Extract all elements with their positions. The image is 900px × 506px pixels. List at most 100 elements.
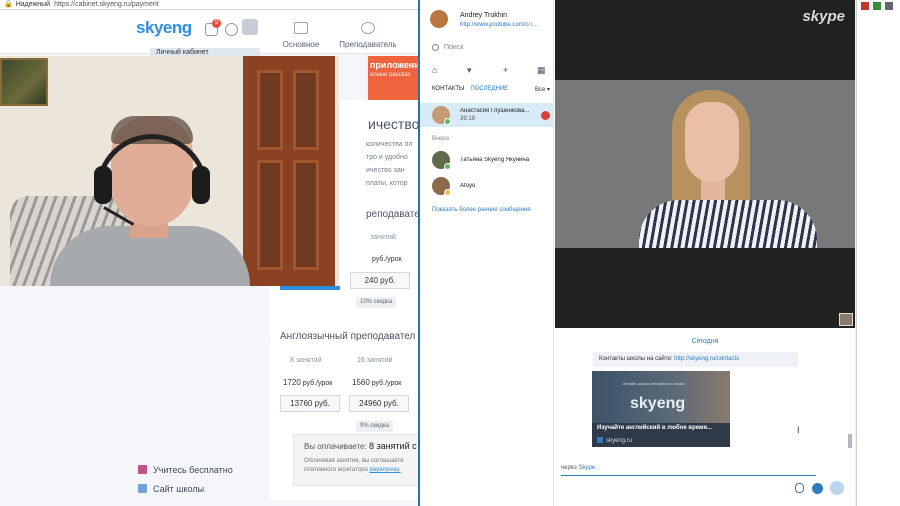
- profile-avatar[interactable]: [430, 10, 448, 28]
- address-bar[interactable]: 🔒 Надежный https://cabinet.skyeng.ru/payme…: [0, 0, 420, 10]
- door-glass: [257, 160, 283, 270]
- search-icon[interactable]: [432, 44, 439, 51]
- skype-logo: skype: [802, 8, 845, 25]
- contact-name: Atoyo: [460, 183, 476, 189]
- contact-item[interactable]: Анастасия Глушенкова... 39:19: [420, 103, 554, 127]
- scrollbar[interactable]: [848, 434, 852, 448]
- nav-main[interactable]: Основное: [271, 22, 331, 49]
- door-glass: [257, 70, 283, 150]
- lock-icon: 🔒: [4, 1, 13, 8]
- column-header: 16 занятий: [357, 357, 393, 364]
- send-button[interactable]: [830, 481, 844, 495]
- emoji-icon[interactable]: [812, 483, 823, 494]
- headset-earcup: [192, 166, 210, 204]
- contact-name: Анастасия Глушенкова...: [460, 108, 530, 114]
- message-text: Контакты школы на сайте:: [599, 356, 675, 362]
- date-separator: Сегодня: [691, 338, 719, 345]
- desc-line: тро и удобно: [366, 154, 408, 161]
- contact-item[interactable]: Atoyo: [420, 174, 554, 198]
- call-icon[interactable]: ▾: [467, 66, 472, 75]
- nav-teacher[interactable]: Преподаватель: [338, 22, 398, 49]
- contact-item[interactable]: Татьяна Skyeng Якунина: [420, 148, 554, 172]
- chat-message: Контакты школы на сайте: http://skyeng.r…: [593, 352, 798, 367]
- via-text: через: [561, 465, 579, 471]
- dialpad-icon[interactable]: ▦: [537, 66, 546, 75]
- school-site-link[interactable]: Сайт школы: [138, 484, 204, 494]
- online-status-icon: [444, 163, 451, 170]
- skype-window: Andrey Trukhin http://www.youtube.com/c/…: [418, 0, 855, 506]
- preview-title: Изучайте английский в любое время...: [597, 425, 712, 431]
- rate-number: 1560: [352, 378, 370, 387]
- column-header: занятий: [370, 234, 396, 241]
- via-skype-label: через Skype: [561, 465, 595, 471]
- end-call-icon[interactable]: [541, 111, 550, 120]
- desktop-strip: [856, 0, 900, 506]
- profile-name[interactable]: Andrey Trukhin: [460, 12, 507, 19]
- gift-icon: [138, 465, 147, 474]
- desc-line: ичество зан: [366, 167, 405, 174]
- attach-icon[interactable]: [795, 483, 804, 493]
- link-preview-card[interactable]: Онлайн-школа английского языка skyeng Из…: [592, 371, 730, 447]
- preview-site-label: skyeng.ru: [606, 438, 633, 444]
- video-call-area[interactable]: skype: [555, 0, 855, 328]
- remote-shirt: [639, 200, 817, 248]
- online-status-icon: [444, 118, 451, 125]
- pay-note-line: Оплачивая занятия, вы соглашаете: [304, 458, 404, 464]
- payanyway-link[interactable]: payanyway.: [369, 467, 400, 473]
- wall-painting: [0, 58, 48, 106]
- search-input[interactable]: Поиск: [444, 44, 463, 51]
- tray-icon[interactable]: [861, 2, 869, 10]
- free-lessons-link[interactable]: Учитесь бесплатно: [138, 465, 233, 475]
- tab-recent[interactable]: ПОСЛЕДНИЕ: [470, 86, 508, 92]
- show-earlier-link[interactable]: Показать более ранние сообщения: [432, 207, 531, 213]
- remote-face: [685, 102, 739, 182]
- self-video-thumbnail[interactable]: [839, 313, 853, 326]
- section-yesterday: Вчера: [432, 136, 449, 142]
- discount-badge: 9% скидка: [356, 421, 393, 432]
- rate-text: руб./урок: [372, 256, 402, 263]
- pay-note: Оплачивая занятия, вы соглашаете платежн…: [304, 457, 409, 475]
- profile-mood[interactable]: http://www.youtube.com/c/T...: [460, 22, 550, 28]
- url-text[interactable]: https://cabinet.skyeng.ru/payment: [54, 1, 159, 8]
- skyeng-logo[interactable]: skyeng: [136, 18, 192, 38]
- desc-line: количества пл: [366, 141, 413, 148]
- section-description: количества пл тро и удобно ичество зан п…: [366, 138, 422, 190]
- home-icon[interactable]: ⌂: [432, 66, 437, 75]
- rate-text: 1560 руб./урок: [352, 378, 401, 387]
- rate-unit: руб./урок: [300, 380, 333, 387]
- skyeng-s-icon: [138, 484, 147, 493]
- pay-note-line: платежного агрегатора payanyway.: [304, 466, 409, 475]
- message-link[interactable]: http://skyeng.ru/contacts: [674, 356, 739, 362]
- promo-banner[interactable]: приложени есные рассказ: [368, 56, 420, 100]
- text-cursor-icon: I: [797, 425, 800, 435]
- webcam-overlay: [0, 56, 339, 286]
- globe-icon[interactable]: [225, 23, 238, 36]
- tray-icon[interactable]: [873, 2, 881, 10]
- teacher-type-heading: реподавател: [366, 209, 426, 220]
- add-contact-icon[interactable]: +: [503, 66, 508, 75]
- tab-contacts[interactable]: КОНТАКТЫ: [432, 86, 464, 92]
- secure-label: Надежный: [15, 1, 51, 8]
- away-status-icon: [444, 189, 451, 196]
- message-input[interactable]: [561, 475, 816, 476]
- via-link[interactable]: Skype: [578, 465, 595, 471]
- door: [243, 56, 335, 286]
- door-glass: [293, 70, 319, 150]
- nav-main-label: Основное: [282, 40, 320, 49]
- free-lessons-label: Учитесь бесплатно: [153, 465, 233, 475]
- pay-line: Вы оплачиваете: 8 занятий с: [304, 441, 417, 451]
- price-option[interactable]: 13760 руб.: [280, 395, 340, 412]
- price-option[interactable]: 24960 руб.: [349, 395, 409, 412]
- payment-summary: Вы оплачиваете: 8 занятий с Оплачивая за…: [293, 434, 420, 486]
- conversation-pane: skype Сегодня Контакты школы на сайте: h…: [555, 0, 855, 506]
- school-site-label: Сайт школы: [153, 484, 205, 494]
- native-teacher-heading: Англоязычный преподавател: [280, 331, 416, 342]
- user-avatar-icon[interactable]: [242, 19, 258, 35]
- tray-icon[interactable]: [885, 2, 893, 10]
- chat-area: Сегодня Контакты школы на сайте: http://…: [555, 328, 855, 506]
- browser-window: 🔒 Надежный https://cabinet.skyeng.ru/payme…: [0, 0, 430, 506]
- filter-all-dropdown[interactable]: Все ▾: [535, 86, 550, 93]
- skype-sidebar: Andrey Trukhin http://www.youtube.com/c/…: [420, 0, 554, 506]
- price-option[interactable]: 240 руб.: [350, 272, 410, 289]
- pay-note-text: платежного агрегатора: [304, 467, 370, 473]
